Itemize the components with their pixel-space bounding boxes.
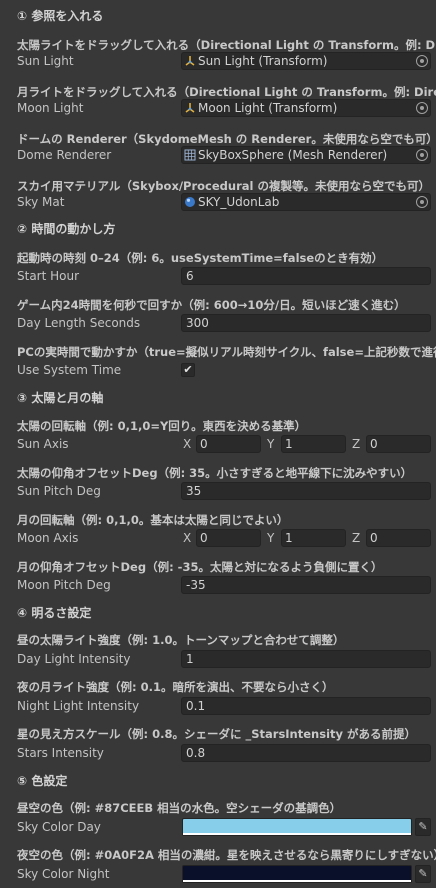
start-hour-label: Start Hour	[17, 269, 80, 283]
stars-input[interactable]: 0.8	[181, 744, 431, 762]
stars-label: Stars Intensity	[17, 746, 104, 760]
moon-axis-z-input[interactable]: 0	[366, 529, 431, 547]
night-light-label: Night Light Intensity	[17, 699, 140, 713]
use-system-time-label: Use System Time	[17, 363, 122, 377]
moon-axis-x-input[interactable]: 0	[196, 529, 261, 547]
sky-mat-field[interactable]: SKY_UdonLab	[181, 193, 431, 211]
moon-axis-tooltip: 月の回転軸（例: 0,1,0。基本は太陽と同じでよい）	[17, 513, 289, 527]
sun-pitch-label: Sun Pitch Deg	[17, 484, 101, 498]
transform-icon	[185, 56, 195, 66]
alpha-bar	[183, 833, 411, 835]
use-system-time-checkbox[interactable]: ✔	[181, 363, 195, 377]
section-header-colors[interactable]: ⑤ 色設定	[17, 772, 67, 790]
sun-light-label: Sun Light	[17, 54, 74, 68]
start-hour-input[interactable]: 6	[181, 267, 431, 285]
sky-night-tooltip: 夜空の色（例: #0A0F2A 相当の濃紺。星を映えさせるなら黒寄りにしすぎない…	[17, 848, 436, 862]
moon-axis-y-input[interactable]: 1	[281, 529, 346, 547]
night-light-input[interactable]: 0.1	[181, 697, 431, 715]
transform-icon	[185, 103, 195, 113]
day-length-label: Day Length Seconds	[17, 316, 141, 330]
sun-axis-tooltip: 太陽の回転軸（例: 0,1,0=Y回り。東西を決める基準）	[17, 419, 307, 433]
object-picker-icon[interactable]	[416, 55, 428, 67]
sun-light-value: Sun Light (Transform)	[198, 54, 328, 68]
night-light-tooltip: 夜の月ライト強度（例: 0.1。暗所を演出、不要なら小さく）	[17, 680, 334, 694]
moon-axis-label: Moon Axis	[17, 531, 79, 545]
sun-light-tooltip: 太陽ライトをドラッグして入れる（Directional Light の Tran…	[17, 38, 436, 52]
sky-night-color-swatch[interactable]	[182, 865, 412, 883]
sun-axis-y-input[interactable]: 1	[281, 435, 346, 453]
moon-light-tooltip: 月ライトをドラッグして入れる（Directional Light の Trans…	[17, 85, 436, 99]
section-header-axes[interactable]: ③ 太陽と月の軸	[17, 389, 103, 407]
moon-axis-x-label[interactable]: X	[183, 529, 191, 547]
stars-tooltip: 星の見え方スケール（例: 0.8。シェーダに _StarsIntensity が…	[17, 727, 417, 741]
dome-renderer-label: Dome Renderer	[17, 148, 112, 162]
moon-pitch-tooltip: 月の仰角オフセットDeg（例: -35。太陽と対になるよう負側に置く）	[17, 560, 383, 574]
object-picker-icon[interactable]	[416, 196, 428, 208]
sun-axis-z-input[interactable]: 0	[366, 435, 431, 453]
sky-mat-label: Sky Mat	[17, 195, 65, 209]
use-system-time-tooltip: PCの実時間で動かすか（true=擬似リアル時刻サイクル、false=上記秒数で…	[17, 345, 436, 359]
sun-pitch-input[interactable]: 35	[181, 482, 431, 500]
moon-axis-z-label[interactable]: Z	[352, 529, 360, 547]
sky-night-label: Sky Color Night	[17, 867, 110, 881]
moon-light-label: Moon Light	[17, 101, 84, 115]
moon-light-value: Moon Light (Transform)	[198, 101, 338, 115]
moon-axis-y-label[interactable]: Y	[267, 529, 274, 547]
day-light-label: Day Light Intensity	[17, 652, 131, 666]
mesh-renderer-icon	[184, 149, 196, 161]
sky-day-tooltip: 昼空の色（例: #87CEEB 相当の水色。空シェーダの基調色）	[17, 801, 342, 815]
sky-day-label: Sky Color Day	[17, 820, 101, 834]
sun-axis-x-label[interactable]: X	[183, 435, 191, 453]
sun-axis-x-input[interactable]: 0	[196, 435, 261, 453]
moon-pitch-label: Moon Pitch Deg	[17, 578, 111, 592]
alpha-bar	[183, 880, 411, 882]
start-hour-tooltip: 起動時の時刻 0–24（例: 6。useSystemTime=falseのとき有…	[17, 251, 384, 265]
day-length-tooltip: ゲーム内24時間を何秒で回すか（例: 600→10分/日。短いほど速く進む）	[17, 298, 406, 312]
sky-day-color-swatch[interactable]	[182, 818, 412, 836]
section-header-time[interactable]: ② 時間の動かし方	[17, 220, 115, 238]
sun-axis-y-label[interactable]: Y	[267, 435, 274, 453]
section-header-references[interactable]: ① 参照を入れる	[17, 7, 103, 25]
dome-renderer-value: SkyBoxSphere (Mesh Renderer)	[198, 148, 388, 162]
sun-pitch-tooltip: 太陽の仰角オフセットDeg（例: 35。小さすぎると地平線下に沈みやすい）	[17, 466, 413, 480]
eyedropper-icon[interactable]: ✎	[415, 865, 431, 883]
sky-mat-tooltip: スカイ用マテリアル（Skybox/Procedural の複製等。未使用なら空で…	[17, 179, 430, 193]
dome-renderer-tooltip: ドームの Renderer（SkydomeMesh の Renderer。未使用…	[17, 132, 436, 146]
day-light-input[interactable]: 1	[181, 650, 431, 668]
material-icon	[185, 197, 195, 207]
eyedropper-icon[interactable]: ✎	[415, 818, 431, 836]
sun-axis-z-label[interactable]: Z	[352, 435, 360, 453]
sun-axis-label: Sun Axis	[17, 437, 69, 451]
dome-renderer-field[interactable]: SkyBoxSphere (Mesh Renderer)	[181, 146, 431, 164]
sun-light-field[interactable]: Sun Light (Transform)	[181, 52, 431, 70]
section-header-brightness[interactable]: ④ 明るさ設定	[17, 604, 91, 622]
object-picker-icon[interactable]	[416, 149, 428, 161]
moon-pitch-input[interactable]: -35	[181, 576, 431, 594]
day-light-tooltip: 昼の太陽ライト強度（例: 1.0。トーンマップと合わせて調整）	[17, 633, 345, 647]
day-length-input[interactable]: 300	[181, 314, 431, 332]
object-picker-icon[interactable]	[416, 102, 428, 114]
sky-mat-value: SKY_UdonLab	[198, 195, 280, 209]
moon-light-field[interactable]: Moon Light (Transform)	[181, 99, 431, 117]
